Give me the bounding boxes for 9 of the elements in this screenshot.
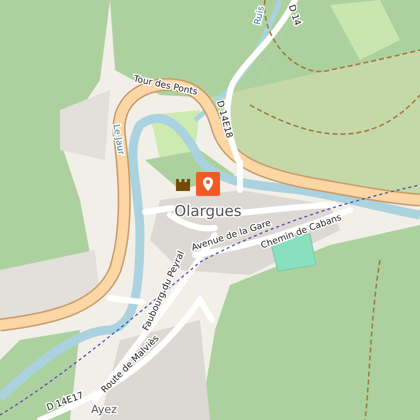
river-label: Le Jaur bbox=[110, 124, 126, 156]
place-label: Ayez bbox=[91, 403, 117, 416]
street-label: D 14E18 bbox=[214, 100, 234, 140]
river-label: Ruis bbox=[253, 5, 267, 26]
street-label: D 14 bbox=[286, 4, 302, 28]
street-label: Tour des Ponts bbox=[132, 74, 198, 98]
location-pin-icon[interactable] bbox=[196, 172, 220, 196]
castle-icon bbox=[176, 179, 190, 191]
place-label: Olargues bbox=[174, 202, 242, 220]
